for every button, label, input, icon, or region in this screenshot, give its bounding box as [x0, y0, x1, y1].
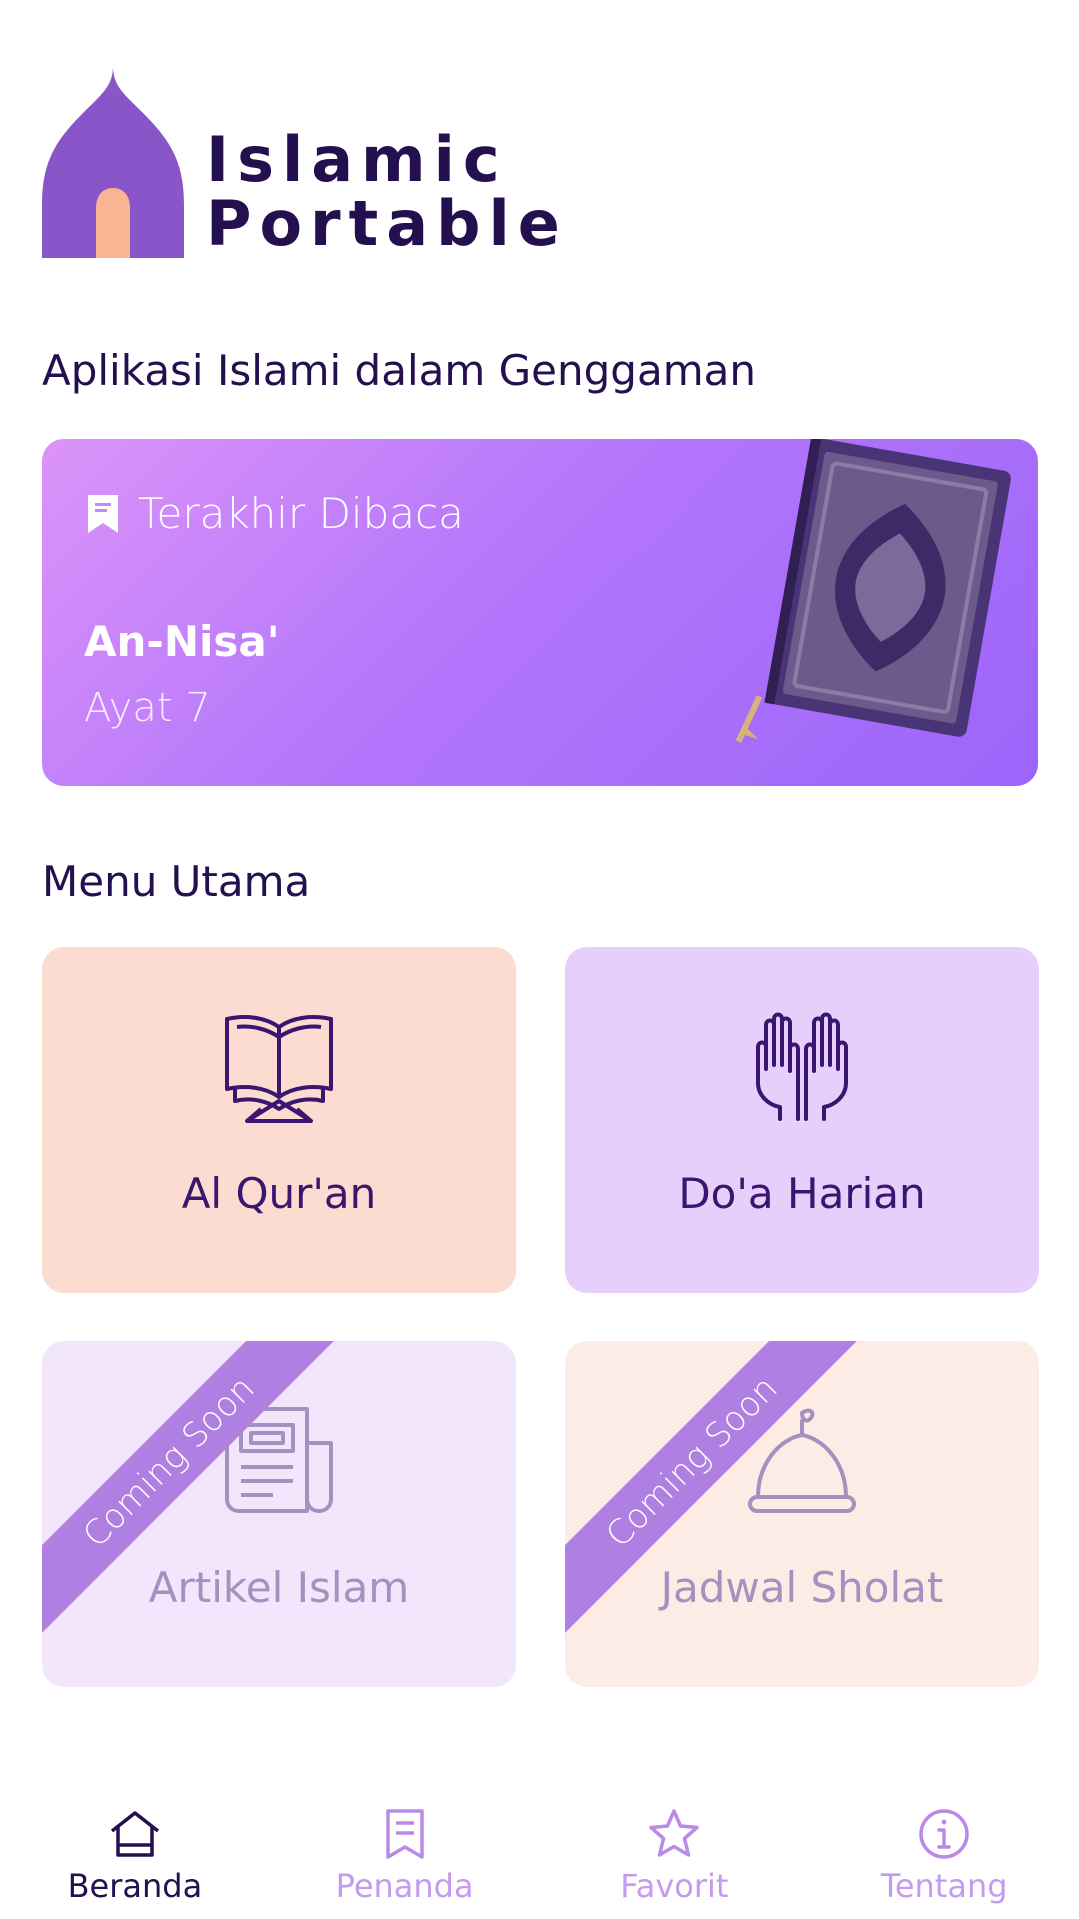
menu-card-label: Jadwal Sholat: [660, 1563, 944, 1612]
nav-label: Penanda: [335, 1867, 474, 1905]
nav-item-favorit[interactable]: Favorit: [540, 1785, 810, 1919]
nav-item-beranda[interactable]: Beranda: [0, 1785, 270, 1919]
bookmark-icon: [88, 494, 118, 533]
last-read-header: Terakhir Dibaca: [88, 489, 464, 538]
menu-card-al-quran[interactable]: Al Qur'an: [42, 947, 516, 1293]
home-screen: Islamic Portable Aplikasi Islami dalam G…: [0, 0, 1079, 1919]
home-icon: [110, 1811, 159, 1857]
menu-card-label: Al Qur'an: [181, 1169, 377, 1218]
star-icon: [649, 1809, 700, 1857]
menu-card-label: Artikel Islam: [148, 1563, 410, 1612]
praying-hands-icon: [756, 1012, 848, 1121]
nav-item-tentang[interactable]: Tentang: [809, 1785, 1079, 1919]
menu-card-jadwal-sholat[interactable]: Jadwal Sholat Coming Soon: [565, 1341, 1039, 1687]
last-read-ayat: Ayat 7: [84, 685, 211, 731]
menu-card-artikel-islam[interactable]: Artikel Islam Coming Soon: [42, 1341, 516, 1687]
nav-label: Tentang: [880, 1867, 1008, 1905]
menu-card-label: Do'a Harian: [678, 1169, 926, 1218]
last-read-card[interactable]: Terakhir Dibaca An-Nisa' Ayat 7: [42, 439, 1038, 786]
last-read-surah: An-Nisa': [84, 617, 280, 666]
menu-section-title: Menu Utama: [42, 857, 311, 906]
mosque-dome-logo-icon: [42, 66, 184, 258]
quran-icon: [225, 1015, 333, 1123]
app-logo: Islamic Portable: [42, 66, 568, 258]
app-name-line2: Portable: [206, 187, 568, 260]
menu-card-doa-harian[interactable]: Do'a Harian: [565, 947, 1039, 1293]
bookmark-icon: [385, 1809, 424, 1859]
quran-book-illustration: [735, 439, 1011, 743]
nav-label: Favorit: [620, 1867, 729, 1905]
nav-label: Beranda: [67, 1867, 203, 1905]
app-name-line1: Islamic: [206, 123, 508, 196]
bottom-navigation: Beranda Penanda Favorit Tentang: [0, 1785, 1079, 1919]
last-read-title: Terakhir Dibaca: [138, 489, 464, 538]
nav-item-penanda[interactable]: Penanda: [270, 1785, 540, 1919]
app-name: Islamic Portable: [206, 128, 568, 256]
info-icon: [919, 1809, 969, 1859]
tagline: Aplikasi Islami dalam Genggaman: [42, 346, 756, 395]
